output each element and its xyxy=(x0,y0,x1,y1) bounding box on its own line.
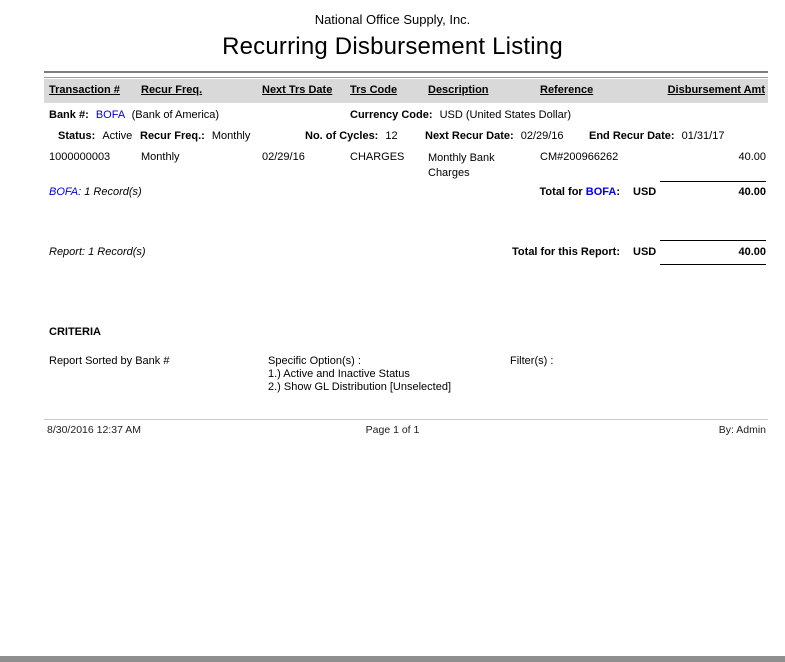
col-header-recur-freq: Recur Freq. xyxy=(141,84,202,96)
next-recur-date-field: Next Recur Date: 02/29/16 xyxy=(425,130,564,142)
report-record-count: Report: 1 Record(s) xyxy=(49,246,146,258)
bank-code-link[interactable]: BOFA xyxy=(96,109,125,121)
criteria-specific-options-label: Specific Option(s) : xyxy=(268,355,361,367)
cell-next-trs-date: 02/29/16 xyxy=(262,151,305,163)
currency-info: Currency Code: USD (United States Dollar… xyxy=(350,109,571,121)
report-page: National Office Supply, Inc. Recurring D… xyxy=(0,0,785,662)
report-total-currency: USD xyxy=(633,246,656,258)
col-header-description: Description xyxy=(428,84,489,96)
status-label: Status: xyxy=(58,130,95,142)
report-total-rule-top xyxy=(660,240,766,241)
group-record-count: BOFA: 1 Record(s) xyxy=(49,186,142,198)
col-header-trs-code: Trs Code xyxy=(350,84,397,96)
end-recur-date-field: End Recur Date: 01/31/17 xyxy=(589,130,724,142)
footer-by-user: By: Admin xyxy=(600,424,766,436)
footer-rule xyxy=(44,419,768,420)
company-name: National Office Supply, Inc. xyxy=(0,12,785,27)
bank-group-header: Bank #: BOFA (Bank of America) xyxy=(49,109,219,121)
criteria-filters-label: Filter(s) : xyxy=(510,355,553,367)
report-title: Recurring Disbursement Listing xyxy=(0,33,785,61)
next-recur-date-value: 02/29/16 xyxy=(521,130,564,142)
status-value: Active xyxy=(102,130,132,142)
group-total-amount: 40.00 xyxy=(660,186,766,198)
cycles-label: No. of Cycles: xyxy=(305,130,378,142)
cycles-field: No. of Cycles: 12 xyxy=(305,130,398,142)
cycles-value: 12 xyxy=(385,130,397,142)
criteria-sorted-by: Report Sorted by Bank # xyxy=(49,355,169,367)
group-total-colon: : xyxy=(616,186,620,198)
status-field: Status: Active xyxy=(58,130,132,142)
cell-amount: 40.00 xyxy=(620,151,766,163)
criteria-heading: CRITERIA xyxy=(49,326,101,338)
top-double-rule xyxy=(44,71,768,78)
group-total-rule xyxy=(660,181,766,182)
cell-reference: CM#200966262 xyxy=(540,151,618,163)
group-total-label-prefix: Total for xyxy=(540,186,586,198)
currency-value: USD (United States Dollar) xyxy=(440,109,571,121)
bank-label: Bank #: xyxy=(49,109,89,121)
col-header-reference: Reference xyxy=(540,84,593,96)
criteria-option-1: 1.) Active and Inactive Status xyxy=(268,368,410,380)
report-total-amount: 40.00 xyxy=(660,246,766,258)
group-total-label: Total for BOFA: xyxy=(440,186,620,198)
group-total-bank-code[interactable]: BOFA xyxy=(586,186,617,198)
column-header-band: Transaction # Recur Freq. Next Trs Date … xyxy=(44,79,768,103)
recur-freq-value: Monthly xyxy=(212,130,251,142)
window-bottom-edge xyxy=(0,656,785,662)
report-total-rule-bottom xyxy=(660,264,766,265)
bank-name: (Bank of America) xyxy=(132,109,219,121)
group-total-currency: USD xyxy=(633,186,656,198)
col-header-next-trs-date: Next Trs Date xyxy=(262,84,332,96)
criteria-option-2: 2.) Show GL Distribution [Unselected] xyxy=(268,381,451,393)
currency-label: Currency Code: xyxy=(350,109,433,121)
cell-recur-freq: Monthly xyxy=(141,151,180,163)
col-header-transaction: Transaction # xyxy=(49,84,120,96)
cell-trs-code: CHARGES xyxy=(350,151,404,163)
recur-freq-label: Recur Freq.: xyxy=(140,130,205,142)
cell-description: Monthly Bank Charges xyxy=(428,151,528,181)
group-record-bank-code[interactable]: BOFA xyxy=(49,186,78,198)
next-recur-date-label: Next Recur Date: xyxy=(425,130,514,142)
report-total-label: Total for this Report: xyxy=(420,246,620,258)
recur-freq-field: Recur Freq.: Monthly xyxy=(140,130,250,142)
col-header-disbursement-amt: Disbursement Amt xyxy=(668,84,765,96)
end-recur-date-value: 01/31/17 xyxy=(682,130,725,142)
group-record-suffix: : 1 Record(s) xyxy=(78,186,142,198)
cell-transaction: 1000000003 xyxy=(49,151,110,163)
end-recur-date-label: End Recur Date: xyxy=(589,130,675,142)
